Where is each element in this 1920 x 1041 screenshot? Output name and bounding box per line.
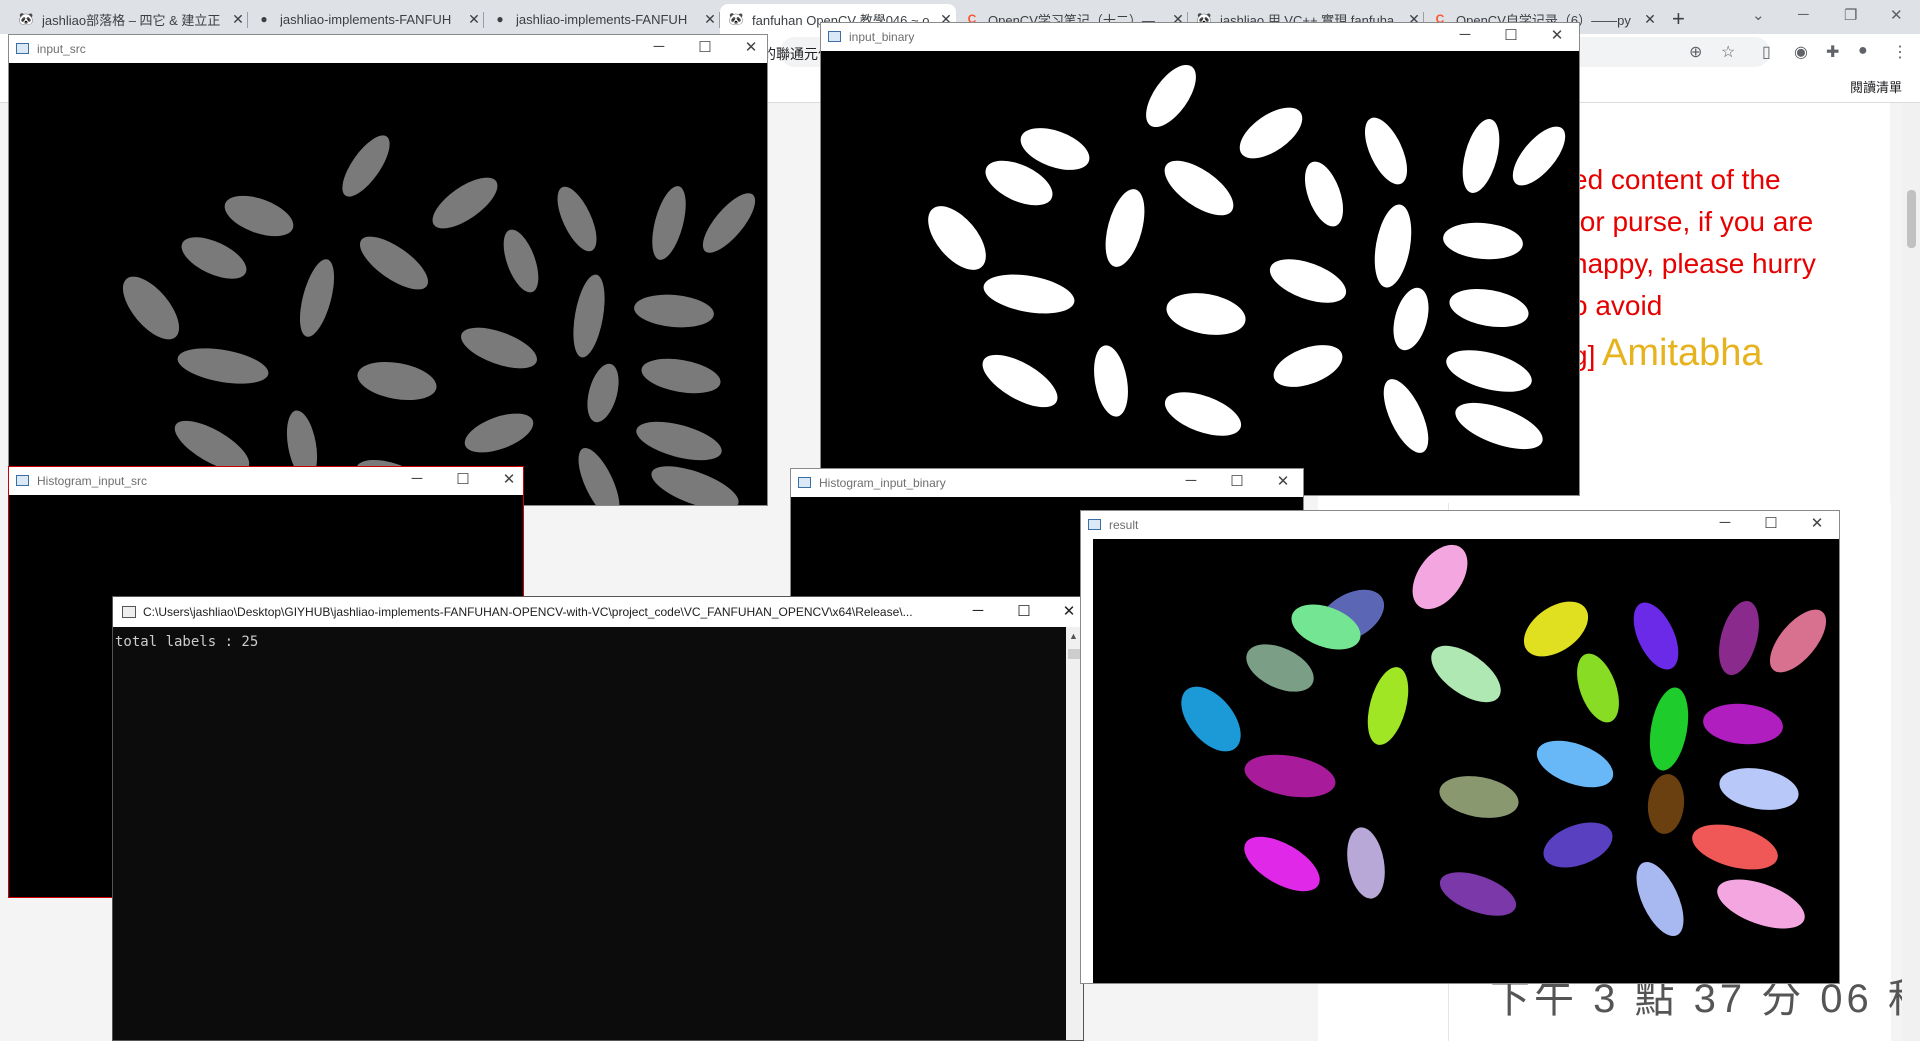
close-icon[interactable]: ✕ (1058, 602, 1080, 620)
window-icon (16, 475, 29, 486)
window-title: result (1109, 518, 1139, 532)
panda-icon: 🐼 (728, 12, 744, 26)
tab-3[interactable]: ● jashliao-implements-FANFUH ✕ (484, 4, 720, 34)
new-tab-button[interactable]: + (1672, 6, 1685, 32)
window-title: Histogram_input_binary (819, 476, 946, 490)
maximize-icon[interactable]: ☐ (1761, 514, 1781, 532)
minimize-icon[interactable]: ─ (1181, 472, 1201, 489)
window-icon (828, 31, 841, 42)
window-titlebar[interactable]: result ─ ☐ ✕ (1081, 511, 1839, 539)
minimize-icon[interactable]: ─ (649, 38, 669, 55)
close-icon[interactable]: ✕ (1273, 472, 1293, 490)
article-amitabha: Amitabha (1602, 332, 1763, 374)
article-line-4: o avoid (1572, 290, 1663, 321)
console-titlebar[interactable]: C:\Users\jashliao\Desktop\GIYHUB\jashlia… (113, 597, 1083, 627)
maximize-icon[interactable]: ☐ (695, 38, 715, 56)
close-icon[interactable]: ✕ (741, 38, 761, 56)
menu-icon[interactable]: ⋮ (1892, 42, 1908, 62)
tab-1[interactable]: 🐼 jashliao部落格 – 四它 & 建立正 ✕ (10, 4, 248, 34)
console-icon (122, 606, 136, 618)
window-icon (16, 43, 29, 54)
minimize-icon[interactable]: ─ (1715, 514, 1735, 531)
result-image (1093, 539, 1839, 983)
close-window-icon[interactable]: ✕ (1890, 6, 1903, 24)
panda-icon: 🐼 (18, 12, 34, 26)
close-icon[interactable]: ✕ (1640, 11, 1660, 28)
window-title: Histogram_input_src (37, 474, 148, 488)
tab-search-icon[interactable]: ⌄ (1752, 6, 1765, 24)
input-binary-image (821, 51, 1579, 495)
zoom-icon[interactable]: ⊕ (1689, 42, 1702, 62)
restore-icon[interactable]: ❐ (1844, 6, 1857, 24)
tab-label: jashliao部落格 – 四它 & 建立正 (42, 12, 221, 28)
article-line-1: ed content of the (1572, 164, 1781, 195)
maximize-icon[interactable]: ☐ (453, 470, 473, 488)
reading-list-button[interactable]: 閱讀清單 (1850, 77, 1902, 96)
window-input-binary[interactable]: input_binary ─ ☐ ✕ (820, 22, 1580, 496)
close-icon[interactable]: ✕ (464, 11, 484, 28)
article-line-3: happy, please hurry (1572, 248, 1816, 279)
camera-icon[interactable]: ◉ (1794, 42, 1808, 62)
input-src-image (9, 63, 767, 505)
close-icon[interactable]: ✕ (700, 11, 720, 28)
extensions-icon[interactable]: ✚ (1826, 42, 1839, 62)
maximize-icon[interactable]: ☐ (1227, 472, 1247, 490)
console-title: C:\Users\jashliao\Desktop\GIYHUB\jashlia… (143, 605, 913, 619)
close-icon[interactable]: ✕ (228, 11, 248, 28)
github-icon: ● (496, 12, 504, 26)
article-line-2: tor purse, if you are (1572, 206, 1814, 237)
minimize-icon[interactable]: ─ (1798, 6, 1809, 23)
minimize-icon[interactable]: ─ (1455, 26, 1475, 43)
github-icon: ● (260, 12, 268, 26)
console-window[interactable]: C:\Users\jashliao\Desktop\GIYHUB\jashlia… (112, 596, 1084, 1041)
tab-label: jashliao-implements-FANFUH (280, 11, 452, 27)
minimize-icon[interactable]: ─ (967, 602, 989, 619)
window-title: input_binary (849, 30, 915, 44)
window-input-src[interactable]: input_src ─ ☐ ✕ (8, 34, 768, 506)
window-icon (798, 477, 811, 488)
page-scrollbar-thumb[interactable] (1907, 190, 1916, 248)
tab-label: jashliao-implements-FANFUH (516, 11, 688, 27)
close-icon[interactable]: ✕ (1547, 26, 1567, 44)
phone-icon[interactable]: ▯ (1762, 42, 1771, 62)
window-icon (1088, 519, 1101, 530)
star-icon[interactable]: ☆ (1721, 42, 1735, 62)
window-result[interactable]: result ─ ☐ ✕ (1080, 510, 1840, 984)
profile-icon[interactable]: ● (1858, 42, 1868, 60)
console-output: total labels : 25 (115, 634, 259, 650)
maximize-icon[interactable]: ☐ (1013, 602, 1035, 620)
minimize-icon[interactable]: ─ (407, 470, 427, 487)
window-titlebar[interactable]: input_binary ─ ☐ ✕ (821, 23, 1579, 51)
tab-2[interactable]: ● jashliao-implements-FANFUH ✕ (248, 4, 484, 34)
close-icon[interactable]: ✕ (499, 470, 519, 488)
close-icon[interactable]: ✕ (1807, 514, 1827, 532)
window-title: input_src (37, 42, 86, 56)
maximize-icon[interactable]: ☐ (1501, 26, 1521, 44)
window-titlebar[interactable]: Histogram_input_src ─ ☐ ✕ (9, 467, 523, 495)
window-titlebar[interactable]: input_src ─ ☐ ✕ (9, 35, 767, 63)
window-titlebar[interactable]: Histogram_input_binary ─ ☐ ✕ (791, 469, 1303, 497)
scroll-up-icon[interactable]: ▲ (1069, 631, 1078, 641)
